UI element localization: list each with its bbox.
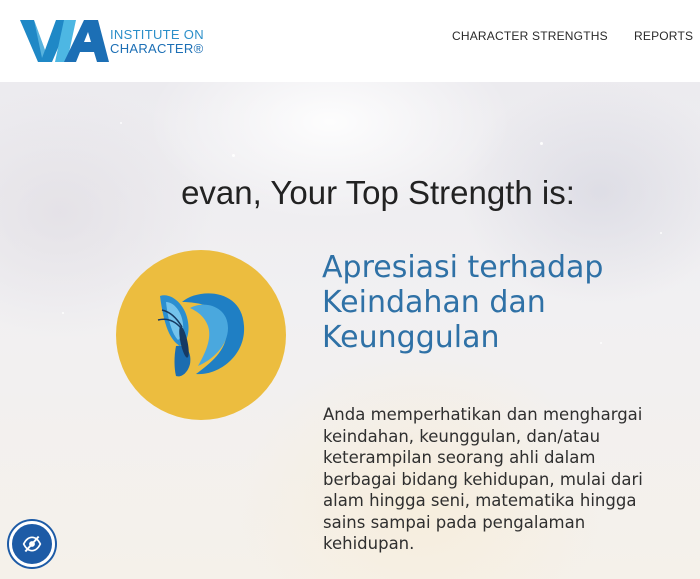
strength-name: Apresiasi terhadap Keindahan dan Keunggu… [322, 250, 604, 355]
nav-reports[interactable]: REPORTS [634, 29, 693, 43]
logo-text-line1: INSTITUTE ON [110, 27, 204, 42]
bokeh-sparkle [660, 232, 662, 234]
eye-slash-icon [22, 535, 42, 553]
site-header: INSTITUTE ON CHARACTER® CHARACTER STRENG… [0, 0, 700, 82]
bokeh-sparkle [232, 154, 235, 157]
butterfly-icon [157, 293, 245, 377]
strength-badge [116, 250, 286, 420]
accessibility-button[interactable] [9, 521, 55, 567]
top-strength-heading: evan, Your Top Strength is: [181, 174, 575, 211]
strength-description: Anda memperhatikan dan menghargai keinda… [323, 405, 643, 553]
bokeh-sparkle [540, 142, 543, 145]
hero-section: evan, Your Top Strength is: Apresiasi te… [0, 82, 700, 579]
bokeh-sparkle [62, 312, 64, 314]
logo-text-line2: CHARACTER® [110, 41, 204, 56]
via-logo[interactable]: INSTITUTE ON CHARACTER® [18, 16, 228, 64]
bokeh-sparkle [120, 122, 122, 124]
via-logo-mark [20, 20, 109, 62]
nav-character-strengths[interactable]: CHARACTER STRENGTHS [452, 29, 608, 43]
